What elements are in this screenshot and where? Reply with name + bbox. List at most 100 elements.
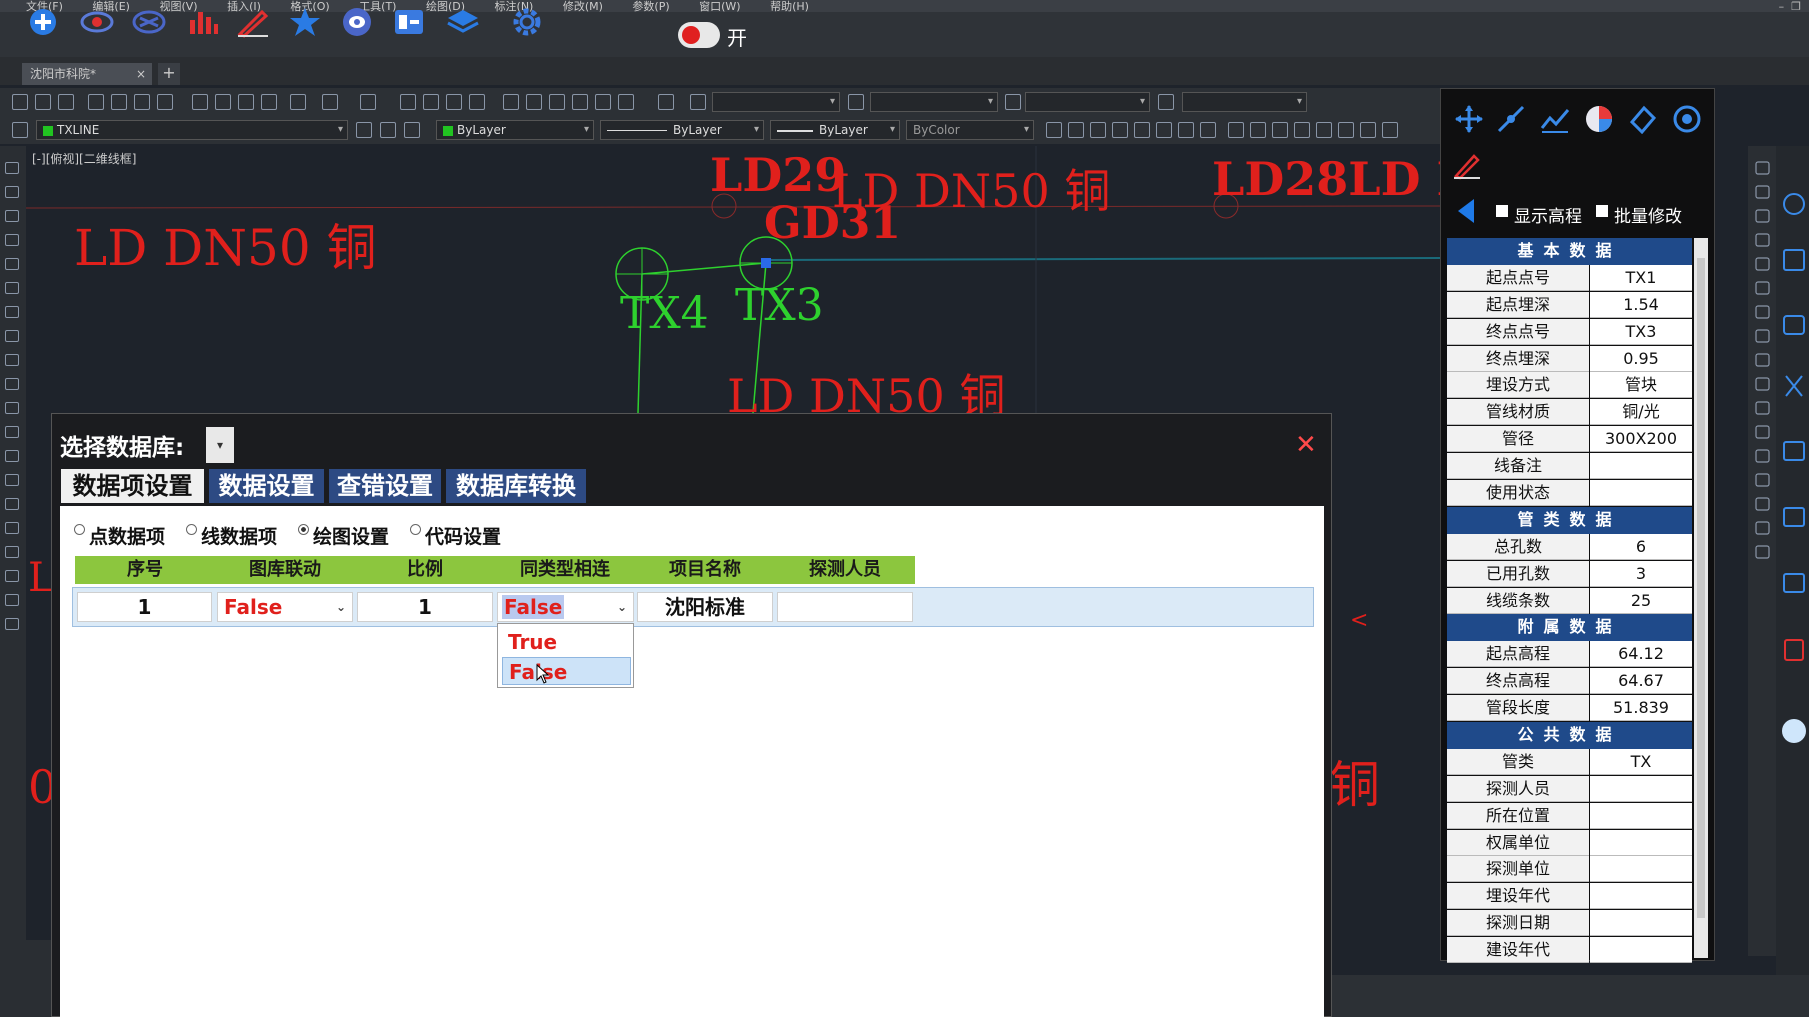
dim-space-icon[interactable]	[1294, 122, 1310, 138]
property-value[interactable]	[1590, 883, 1692, 910]
edit-pen-icon[interactable]	[1452, 150, 1482, 180]
menu-modify[interactable]: 修改(M)	[563, 1, 603, 12]
panel-icon[interactable]	[392, 6, 426, 38]
dropdown-option-false[interactable]: False	[502, 657, 631, 685]
surveyor-cell[interactable]	[777, 592, 913, 622]
property-row[interactable]: 起点点号 TX1	[1447, 264, 1692, 292]
tab-database-conversion[interactable]: 数据库转换	[446, 469, 586, 503]
menu-parameters[interactable]: 参数(P)	[632, 1, 669, 12]
property-scrollbar[interactable]	[1694, 238, 1708, 958]
aligned-dim-icon[interactable]	[1068, 122, 1084, 138]
properties-icon[interactable]	[503, 94, 519, 110]
multileader-style-icon[interactable]	[1158, 94, 1174, 110]
make-block-icon[interactable]	[5, 450, 19, 462]
linear-dim-icon[interactable]	[1046, 122, 1062, 138]
copy-icon[interactable]	[215, 94, 231, 110]
property-row[interactable]: 总孔数 6	[1447, 533, 1692, 561]
zoom-window-icon[interactable]	[446, 94, 462, 110]
property-value[interactable]	[1590, 829, 1692, 856]
layers-icon[interactable]	[446, 6, 480, 38]
calculator-icon[interactable]	[618, 94, 634, 110]
print-icon[interactable]	[88, 94, 104, 110]
side-panel-icons[interactable]	[1780, 186, 1808, 756]
link-cell[interactable]: False ⌄	[217, 592, 353, 622]
property-value[interactable]	[1590, 453, 1692, 480]
help-icon[interactable]	[658, 94, 674, 110]
property-row[interactable]: 终点点号 TX3	[1447, 318, 1692, 346]
property-row[interactable]: 管线材质 铜/光	[1447, 399, 1692, 426]
gear-icon[interactable]	[510, 6, 544, 38]
column-header[interactable]: 项目名称	[635, 556, 775, 584]
property-row[interactable]: 探测单位	[1447, 856, 1692, 883]
power-toggle[interactable]	[678, 22, 720, 48]
zoom-previous-icon[interactable]	[469, 94, 485, 110]
tab-error-check-settings[interactable]: 查错设置	[329, 469, 441, 503]
search-icon[interactable]	[1672, 104, 1702, 134]
collapse-arrow-icon[interactable]	[1456, 197, 1476, 225]
lineweight-combo[interactable]: ByLayer ▾	[770, 120, 900, 140]
mtext-icon[interactable]	[5, 594, 19, 606]
property-value[interactable]	[1590, 937, 1692, 964]
close-tab-icon[interactable]: ×	[136, 63, 146, 85]
property-row[interactable]: 起点高程 64.12	[1447, 641, 1692, 668]
color-combo[interactable]: ByLayer ▾	[436, 120, 594, 140]
rectangle-icon[interactable]	[5, 258, 19, 270]
property-row[interactable]: 已用孔数 3	[1447, 560, 1692, 588]
property-value[interactable]	[1590, 480, 1692, 507]
property-row[interactable]: 线缆条数 25	[1447, 587, 1692, 615]
property-row[interactable]: 使用状态	[1447, 480, 1692, 507]
add-selected-icon[interactable]	[5, 618, 19, 630]
dim-break-icon[interactable]	[1316, 122, 1332, 138]
property-value[interactable]: TX1	[1590, 264, 1692, 291]
table-style-icon[interactable]	[1005, 94, 1021, 110]
property-row[interactable]: 埋设方式 管块	[1447, 372, 1692, 399]
dim-style-combo[interactable]: ▾	[870, 92, 998, 112]
batch-modify-checkbox[interactable]: 批量修改	[1596, 202, 1682, 227]
close-icon[interactable]: ✕	[1295, 430, 1317, 460]
scale-cell[interactable]: 1	[357, 592, 493, 622]
eye-icon[interactable]	[80, 6, 114, 38]
construction-line-icon[interactable]	[5, 186, 19, 198]
radius-dim-icon[interactable]	[1134, 122, 1150, 138]
show-elevation-checkbox[interactable]: 显示高程	[1496, 202, 1582, 227]
paste-icon[interactable]	[238, 94, 254, 110]
radio-code-settings[interactable]: 代码设置	[410, 522, 501, 549]
column-header[interactable]: 序号	[75, 556, 215, 584]
property-row[interactable]: 埋设年代	[1447, 883, 1692, 910]
property-row[interactable]: 管径 300X200	[1447, 426, 1692, 453]
property-row[interactable]: 管类 TX	[1447, 748, 1692, 776]
database-select[interactable]: ▾	[206, 427, 234, 463]
circle-icon[interactable]	[5, 306, 19, 318]
point-icon[interactable]	[5, 474, 19, 486]
property-row[interactable]: 权属单位	[1447, 829, 1692, 857]
property-value[interactable]	[1590, 856, 1692, 883]
brush-icon[interactable]	[290, 94, 306, 110]
polyline-icon[interactable]	[5, 210, 19, 222]
save-icon[interactable]	[58, 94, 74, 110]
continue-dim-icon[interactable]	[1272, 122, 1288, 138]
arc-icon[interactable]	[5, 282, 19, 294]
star-icon[interactable]	[288, 6, 322, 38]
property-row[interactable]: 终点高程 64.67	[1447, 668, 1692, 695]
scrollbar-thumb[interactable]	[1697, 258, 1705, 918]
multileader-style-combo[interactable]: ▾	[1182, 92, 1307, 112]
property-value[interactable]: 1.54	[1590, 291, 1692, 318]
column-header[interactable]: 探测人员	[775, 556, 915, 584]
hatch-icon[interactable]	[5, 498, 19, 510]
layer-combo[interactable]: TXLINE ▾	[36, 120, 348, 140]
property-value[interactable]	[1590, 910, 1692, 937]
table-style-combo[interactable]: ▾	[1025, 92, 1150, 112]
column-header[interactable]: 同类型相连	[495, 556, 635, 584]
redo-icon[interactable]	[360, 94, 376, 110]
selected-grip[interactable]	[761, 258, 771, 268]
modify-tool-icons[interactable]	[1752, 158, 1774, 718]
menu-window[interactable]: 窗口(W)	[699, 1, 740, 12]
make-current-icon[interactable]	[356, 122, 372, 138]
property-value[interactable]: 64.67	[1590, 668, 1692, 695]
property-row[interactable]: 探测人员	[1447, 775, 1692, 803]
pipe-link-icon[interactable]	[132, 6, 166, 38]
pen-icon[interactable]	[236, 6, 270, 38]
arc-length-icon[interactable]	[1090, 122, 1106, 138]
property-value[interactable]: 0.95	[1590, 345, 1692, 372]
zoom-realtime-icon[interactable]	[423, 94, 439, 110]
